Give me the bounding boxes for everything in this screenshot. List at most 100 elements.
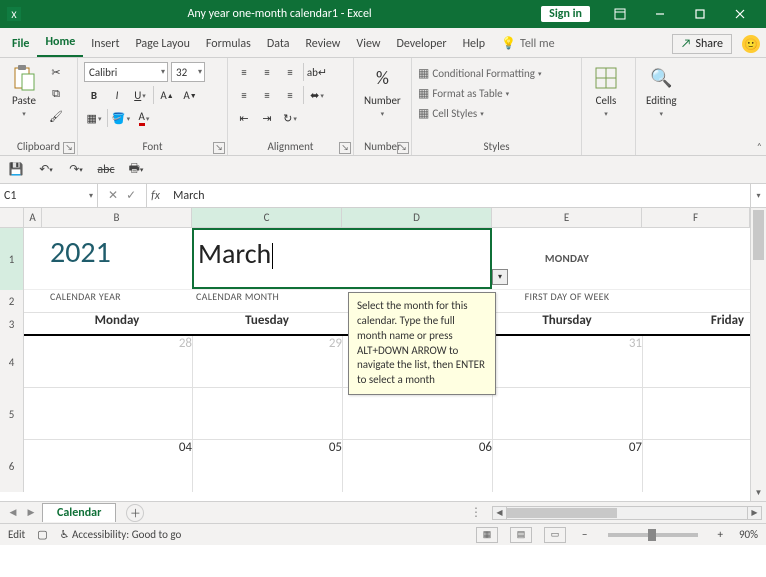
copy-button[interactable]: ⧉ bbox=[46, 84, 66, 104]
tab-view[interactable]: View bbox=[348, 31, 388, 57]
day-header[interactable]: Monday bbox=[42, 313, 192, 334]
zoom-slider-thumb[interactable] bbox=[648, 529, 656, 541]
save-button[interactable]: 💾 bbox=[6, 160, 26, 180]
format-as-table-button[interactable]: ▦ Format as Table▾ bbox=[418, 86, 509, 101]
align-right-button[interactable]: ≡ bbox=[280, 85, 300, 105]
tab-home[interactable]: Home bbox=[37, 29, 83, 57]
font-size-combo[interactable]: 32 bbox=[171, 62, 205, 82]
hscroll-left-arrow[interactable]: ◀ bbox=[493, 507, 507, 519]
tab-file[interactable]: File bbox=[4, 31, 37, 57]
cell-month[interactable]: March ▾ bbox=[192, 228, 492, 289]
cell-year[interactable]: 2021 bbox=[42, 228, 192, 289]
day-header[interactable]: Thursday bbox=[492, 313, 642, 334]
col-header-d[interactable]: D bbox=[342, 208, 492, 227]
undo-button[interactable]: ↶▾ bbox=[36, 160, 56, 180]
row-header-1[interactable]: 1 bbox=[0, 228, 24, 290]
increase-indent-button[interactable]: ⇥ bbox=[257, 108, 277, 128]
page-layout-view-button[interactable]: ▤ bbox=[510, 527, 532, 543]
cell-styles-button[interactable]: ▦ Cell Styles▾ bbox=[418, 106, 484, 121]
vscroll-down-arrow[interactable]: ▼ bbox=[751, 485, 766, 501]
cells-button[interactable]: Cells ▾ bbox=[588, 62, 624, 120]
calendar-cell[interactable] bbox=[642, 336, 750, 387]
horizontal-scrollbar[interactable]: ◀ ▶ bbox=[492, 506, 762, 520]
account-icon[interactable]: 🙂 bbox=[742, 35, 760, 53]
col-header-e[interactable]: E bbox=[492, 208, 642, 227]
cancel-formula-button[interactable]: ✕ bbox=[108, 188, 118, 203]
col-header-a[interactable]: A bbox=[24, 208, 42, 227]
sign-in-button[interactable]: Sign in bbox=[541, 6, 590, 22]
select-all-corner[interactable] bbox=[0, 208, 24, 228]
calendar-cell[interactable]: 05 bbox=[192, 440, 342, 492]
tab-page-layout[interactable]: Page Layou bbox=[127, 31, 197, 57]
ribbon-display-options-button[interactable] bbox=[600, 0, 640, 28]
format-painter-button[interactable]: 🖌 bbox=[46, 106, 66, 126]
row-header-4[interactable]: 4 bbox=[0, 336, 24, 388]
row-header-2[interactable]: 2 bbox=[0, 290, 24, 312]
clipboard-launcher[interactable]: ↘ bbox=[63, 142, 75, 154]
share-button[interactable]: ↗ Share bbox=[672, 34, 732, 54]
borders-button[interactable]: ▦ bbox=[84, 108, 104, 128]
day-header[interactable]: Friday bbox=[642, 313, 750, 334]
align-top-button[interactable]: ≡ bbox=[234, 62, 254, 82]
cell-dropdown-button[interactable]: ▾ bbox=[492, 269, 508, 285]
calendar-cell[interactable] bbox=[192, 388, 342, 439]
wrap-text-button[interactable]: ab↵ bbox=[307, 62, 327, 82]
italic-button[interactable]: I bbox=[107, 85, 127, 105]
tab-help[interactable]: Help bbox=[455, 31, 494, 57]
tab-insert[interactable]: Insert bbox=[83, 31, 127, 57]
merge-center-button[interactable]: ⬌ bbox=[307, 85, 327, 105]
day-header[interactable]: Tuesday bbox=[192, 313, 342, 334]
conditional-formatting-button[interactable]: ▦ Conditional Formatting▾ bbox=[418, 66, 541, 81]
font-color-button[interactable]: A bbox=[134, 108, 154, 128]
col-header-f[interactable]: F bbox=[642, 208, 750, 227]
accessibility-status[interactable]: ♿︎ Accessibility: Good to go bbox=[60, 528, 182, 541]
quick-print-button[interactable]: 🖶▾ bbox=[126, 160, 146, 180]
paste-button[interactable]: Paste ▾ bbox=[6, 62, 42, 120]
align-left-button[interactable]: ≡ bbox=[234, 85, 254, 105]
hscroll-thumb[interactable] bbox=[507, 508, 617, 518]
row-header-5[interactable]: 5 bbox=[0, 388, 24, 440]
tab-split-handle[interactable]: ⋮ bbox=[470, 505, 482, 520]
tab-data[interactable]: Data bbox=[259, 31, 298, 57]
page-break-view-button[interactable]: ▭ bbox=[544, 527, 566, 543]
macro-record-button[interactable]: ▢ bbox=[37, 528, 47, 541]
tell-me-search[interactable]: 💡 Tell me bbox=[493, 30, 562, 57]
calendar-cell[interactable] bbox=[42, 388, 192, 439]
strikethrough-button[interactable]: abc bbox=[96, 160, 116, 180]
minimize-button[interactable] bbox=[640, 0, 680, 28]
hscroll-right-arrow[interactable]: ▶ bbox=[747, 507, 761, 519]
increase-font-button[interactable]: A▲ bbox=[157, 85, 177, 105]
calendar-cell[interactable]: 06 bbox=[342, 440, 492, 492]
fill-color-button[interactable]: 🪣 bbox=[111, 108, 131, 128]
zoom-in-button[interactable]: + bbox=[714, 528, 727, 541]
font-name-combo[interactable]: Calibri bbox=[84, 62, 168, 82]
bold-button[interactable]: B bbox=[84, 85, 104, 105]
calendar-cell[interactable] bbox=[642, 388, 750, 439]
align-center-button[interactable]: ≡ bbox=[257, 85, 277, 105]
calendar-cell[interactable]: 29 bbox=[192, 336, 342, 387]
sheet-tab-calendar[interactable]: Calendar bbox=[42, 503, 116, 522]
tab-review[interactable]: Review bbox=[298, 31, 349, 57]
row-header-6[interactable]: 6 bbox=[0, 440, 24, 492]
cut-button[interactable]: ✂ bbox=[46, 62, 66, 82]
col-header-c[interactable]: C bbox=[192, 208, 342, 227]
close-button[interactable] bbox=[720, 0, 760, 28]
name-box[interactable]: C1 bbox=[0, 184, 98, 207]
number-format-button[interactable]: % Number ▾ bbox=[360, 62, 405, 120]
sheet-nav-prev[interactable]: ◀ bbox=[6, 506, 20, 520]
sheet-nav-next[interactable]: ▶ bbox=[24, 506, 38, 520]
zoom-level[interactable]: 90% bbox=[739, 528, 758, 541]
calendar-cell[interactable] bbox=[492, 388, 642, 439]
calendar-cell[interactable]: 31 bbox=[492, 336, 642, 387]
align-bottom-button[interactable]: ≡ bbox=[280, 62, 300, 82]
align-middle-button[interactable]: ≡ bbox=[257, 62, 277, 82]
enter-formula-button[interactable]: ✓ bbox=[126, 188, 136, 203]
col-header-b[interactable]: B bbox=[42, 208, 192, 227]
new-sheet-button[interactable]: ＋ bbox=[126, 504, 144, 522]
normal-view-button[interactable]: ▦ bbox=[476, 527, 498, 543]
decrease-font-button[interactable]: A▼ bbox=[180, 85, 200, 105]
collapse-ribbon-button[interactable]: ˄ bbox=[757, 140, 762, 153]
redo-button[interactable]: ↷▾ bbox=[66, 160, 86, 180]
calendar-cell[interactable]: 07 bbox=[492, 440, 642, 492]
calendar-cell[interactable]: 04 bbox=[42, 440, 192, 492]
